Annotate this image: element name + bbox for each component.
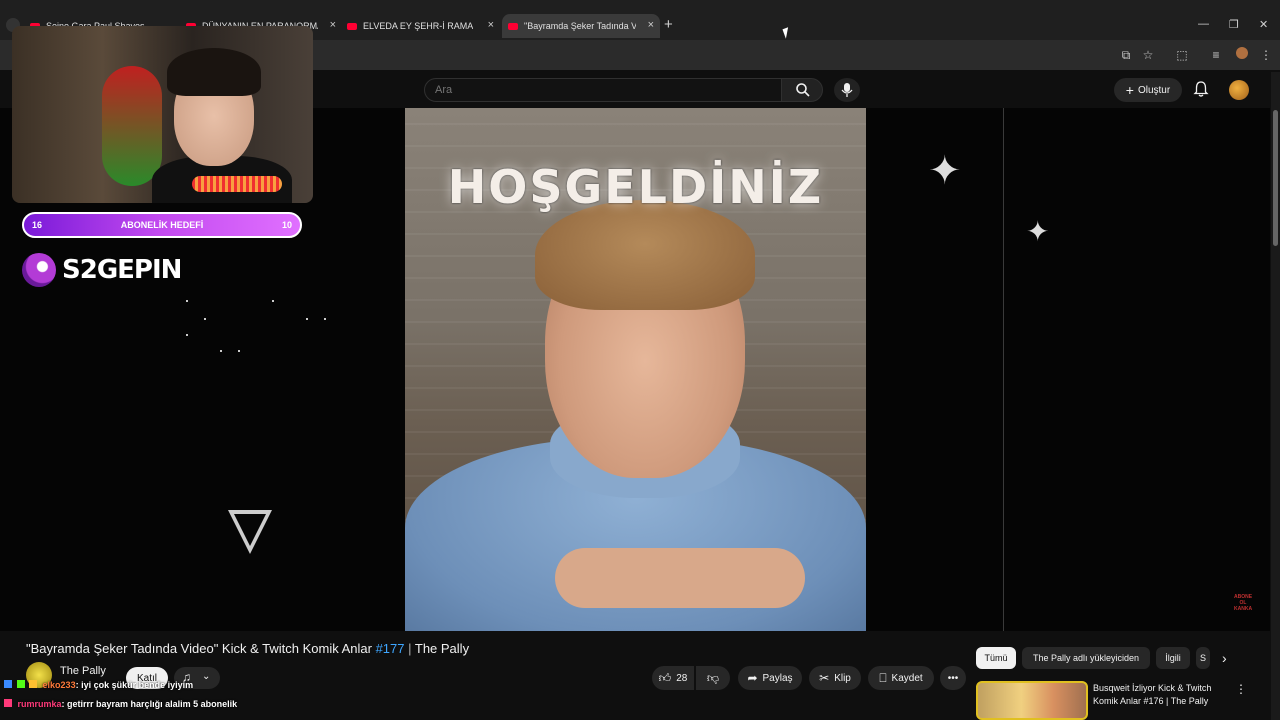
sparkle-icon: ✦ — [1026, 216, 1050, 247]
profile-icon[interactable] — [1234, 47, 1250, 63]
gaming-chair — [102, 66, 162, 186]
search-input[interactable] — [424, 78, 782, 102]
bookmark-star-icon[interactable]: ☆ — [1140, 47, 1156, 63]
chat-message: rumrumka: getirrr bayram harçlığı alalim… — [4, 699, 237, 709]
tab-4-active[interactable]: "Bayramda Şeker Tadında Video × — [502, 14, 660, 38]
chat-username: rumrumka — [17, 699, 62, 709]
like-count: 28 — [676, 672, 688, 684]
close-window-button[interactable]: ✕ — [1259, 18, 1268, 31]
share-label: Paylaş — [762, 672, 793, 684]
title-hashtag[interactable]: #177 — [376, 641, 405, 656]
clip-button[interactable]: ✂ Klip — [809, 666, 861, 690]
welcome-overlay-text: HOŞGELDİNİZ — [447, 160, 824, 214]
more-actions-button[interactable]: ••• — [940, 666, 966, 690]
save-label: Kaydet — [891, 672, 923, 684]
search-button[interactable] — [781, 78, 823, 102]
recommended-video-title[interactable]: Busqweit İzliyor Kick & Twitch Komik Anl… — [1093, 682, 1228, 708]
goal-target: 10 — [281, 220, 292, 230]
extensions-icon[interactable]: ⬚ — [1174, 47, 1190, 63]
minimize-button[interactable]: — — [1198, 18, 1209, 30]
close-tab-icon[interactable]: × — [648, 19, 654, 31]
title-main: "Bayramda Şeker Tadında Video" Kick & Tw… — [26, 641, 376, 656]
chat-text: : iyi çok şükür bende iyiyim — [75, 680, 194, 690]
chat-platform-icon — [4, 680, 12, 688]
tab-4-label: "Bayramda Şeker Tadında Video — [524, 21, 636, 31]
share-button[interactable]: ➦ Paylaş — [738, 666, 802, 690]
youtube-favicon-icon — [347, 22, 357, 30]
save-button[interactable]: ⎕ Kaydet — [868, 666, 934, 690]
close-tab-icon[interactable]: × — [330, 19, 336, 31]
thumbs-up-icon: 👍︎ — [658, 670, 672, 685]
chevron-right-icon[interactable]: › — [1222, 650, 1227, 666]
chat-platform-icon — [16, 680, 25, 688]
decor-dot — [272, 300, 274, 302]
plus-icon: + — [1125, 82, 1134, 98]
recommended-video-thumbnail[interactable] — [976, 681, 1088, 720]
cast-icon[interactable]: ⧉ — [1118, 47, 1134, 63]
chip-from-uploader[interactable]: The Pally adlı yükleyiciden — [1022, 647, 1150, 669]
menu-kebab-icon[interactable]: ⋮ — [1258, 47, 1274, 63]
streamer-hair — [167, 48, 261, 96]
scrollbar-thumb[interactable] — [1273, 110, 1278, 246]
video-divider-line — [1003, 108, 1004, 631]
new-tab-button[interactable]: + — [664, 16, 673, 33]
chat-message: elko233: iyi çok şükür bende iyiyim — [4, 680, 193, 690]
voice-search-button[interactable] — [834, 78, 860, 102]
streamer-brand: S2GEPIN — [22, 250, 182, 290]
brand-logo-icon — [22, 253, 56, 287]
goal-label: ABONELİK HEDEFİ — [120, 220, 204, 230]
close-tab-icon[interactable]: × — [488, 19, 494, 31]
child-hands — [555, 548, 805, 608]
chip-all[interactable]: Tümü — [976, 647, 1016, 669]
channel-name[interactable]: The Pally — [60, 665, 106, 677]
microphone-icon — [841, 83, 853, 97]
subscriber-goal-bar: 16 ABONELİK HEDEFİ 10 — [22, 212, 302, 238]
chat-text: : getirrr bayram harçlığı alalim 5 abone… — [61, 699, 238, 709]
decor-dot — [204, 318, 206, 320]
chat-username: elko233 — [42, 680, 76, 690]
tab-3[interactable]: ELVEDA EY ŞEHR-İ RAMAZAN | × — [347, 16, 494, 36]
streamer-webcam — [12, 26, 313, 203]
dislike-button[interactable]: 👎︎ — [696, 666, 730, 690]
account-avatar[interactable] — [1229, 80, 1249, 100]
decor-dot — [238, 350, 240, 352]
thumbs-down-icon: 👎︎ — [706, 670, 720, 685]
decor-dot — [186, 334, 188, 336]
decor-dot — [324, 318, 326, 320]
triangle-decor-inner — [234, 514, 266, 546]
title-sep: | — [404, 641, 415, 656]
more-vertical-icon[interactable]: ⋮ — [1235, 682, 1247, 696]
scissors-icon: ✂ — [819, 671, 830, 685]
media-control-icon[interactable]: ≡ — [1208, 47, 1224, 63]
decor-dot — [306, 318, 308, 320]
like-button[interactable]: 👍︎ 28 — [652, 666, 694, 690]
subscribe-corner-badge: ABONE OL KANKA — [1234, 594, 1252, 612]
restore-button[interactable]: ❐ — [1229, 18, 1239, 31]
notifications-bell-icon[interactable] — [1192, 80, 1210, 98]
microphone-rgb — [192, 176, 282, 192]
chevron-down-icon: ⌄ — [202, 671, 211, 682]
badge-line-3: KANKA — [1234, 606, 1253, 612]
tab-3-label: ELVEDA EY ŞEHR-İ RAMAZAN | — [363, 21, 473, 31]
clip-label: Klip — [834, 672, 851, 684]
search-icon — [796, 83, 810, 97]
chat-platform-icon — [4, 699, 12, 707]
create-button[interactable]: + Oluştur — [1114, 78, 1182, 102]
chip-more[interactable]: S — [1196, 647, 1210, 669]
sparkle-icon: ✦ — [928, 149, 962, 193]
decor-dot — [220, 350, 222, 352]
bookmark-icon: ⎕ — [879, 670, 887, 685]
more-horizontal-icon: ••• — [947, 672, 959, 684]
share-arrow-icon: ➦ — [747, 671, 758, 685]
brand-name: S2GEPIN — [62, 255, 182, 285]
decor-dot — [186, 300, 188, 302]
chat-badge-icon — [29, 680, 38, 688]
chip-related[interactable]: İlgili — [1156, 647, 1190, 669]
video-frame: HOŞGELDİNİZ — [405, 108, 866, 631]
video-title: "Bayramda Şeker Tadında Video" Kick & Tw… — [26, 641, 469, 656]
child-hair — [535, 200, 755, 310]
youtube-favicon-icon — [508, 22, 518, 30]
title-channel: The Pally — [414, 641, 470, 656]
create-label: Oluştur — [1137, 84, 1171, 96]
